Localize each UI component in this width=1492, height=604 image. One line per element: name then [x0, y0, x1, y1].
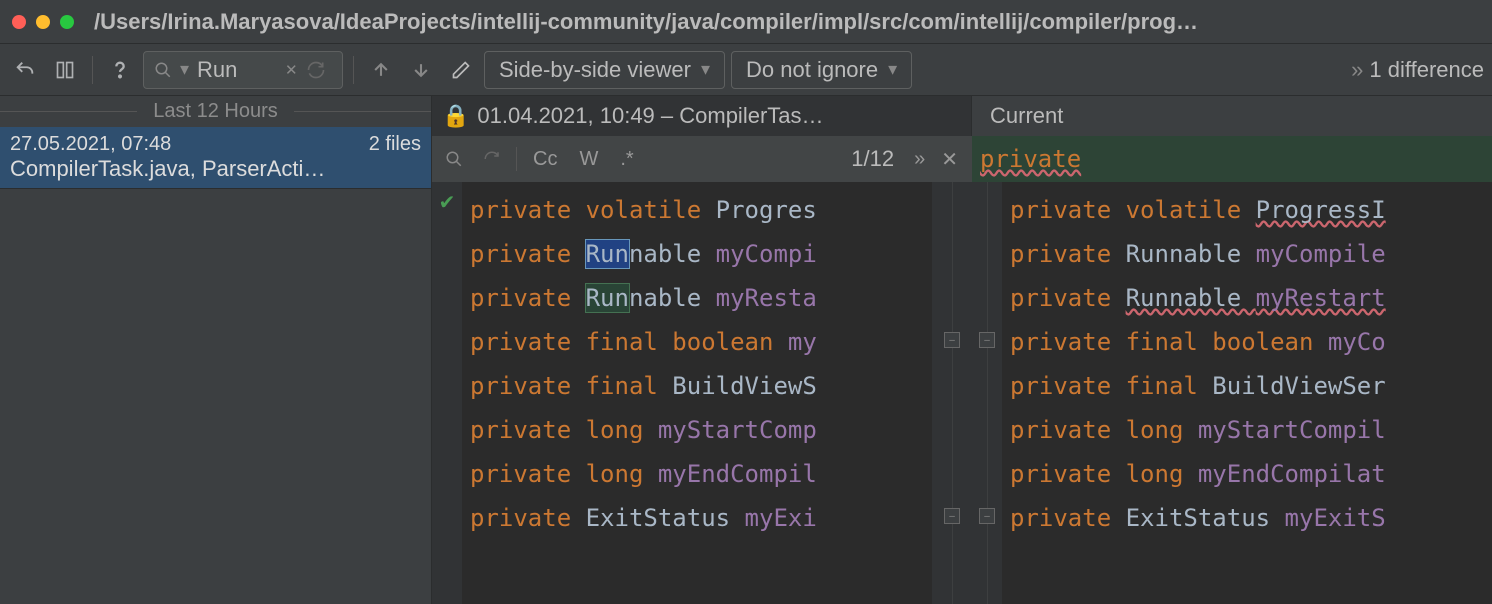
maximize-window-button[interactable] [60, 15, 74, 29]
code-line[interactable]: private final BuildViewS [470, 364, 932, 408]
code-line[interactable]: private long myStartComp [470, 408, 932, 452]
next-diff-icon[interactable] [404, 53, 438, 87]
edit-icon[interactable] [444, 53, 478, 87]
lock-icon: 🔒 [442, 103, 469, 129]
refresh-icon[interactable] [306, 60, 326, 80]
window-title-path: /Users/Irina.Maryasova/IdeaProjects/inte… [94, 9, 1480, 35]
match-case-toggle[interactable]: Cc [527, 146, 563, 173]
whitespace-dropdown[interactable]: Do not ignore ▾ [731, 51, 912, 89]
window-controls [12, 15, 74, 29]
diff-count-label: 1 difference [1369, 57, 1484, 83]
main-toolbar: ▾ ✕ Side-by-side viewer ▾ Do not ignore … [0, 44, 1492, 96]
regex-toggle[interactable]: .* [614, 146, 639, 173]
code-line[interactable]: private final boolean myCo [1010, 320, 1492, 364]
left-gutter: ✔ [432, 182, 462, 604]
titlebar: /Users/Irina.Maryasova/IdeaProjects/inte… [0, 0, 1492, 44]
right-gutter-left: – – [972, 182, 1002, 604]
minimize-window-button[interactable] [36, 15, 50, 29]
viewer-mode-dropdown[interactable]: Side-by-side viewer ▾ [484, 51, 725, 89]
chevron-down-icon: ▾ [701, 59, 710, 80]
history-sidebar: Last 12 Hours 27.05.2021, 07:48 2 files … [0, 96, 432, 604]
code-line[interactable]: private ExitStatus myExitS [1010, 496, 1492, 540]
search-field[interactable] [197, 57, 277, 83]
history-group-header: Last 12 Hours [0, 96, 431, 127]
find-close-icon[interactable]: ✕ [935, 147, 964, 172]
left-code-pane[interactable]: private volatile Progresprivate Runnable… [462, 182, 932, 604]
fold-marker[interactable]: – [944, 508, 960, 524]
diff-area: 🔒 01.04.2021, 10:49 – CompilerTas… Curre… [432, 96, 1492, 604]
mid-gutter: – – [932, 182, 972, 604]
more-actions-icon[interactable]: » [1351, 57, 1363, 83]
fold-marker[interactable]: – [979, 332, 995, 348]
diff-right-tab[interactable]: Current [972, 96, 1492, 136]
separator [353, 56, 354, 84]
undo-icon[interactable] [8, 53, 42, 87]
code-line[interactable]: private final boolean my [470, 320, 932, 364]
chevron-down-icon: ▾ [888, 59, 897, 80]
inspection-ok-icon: ✔ [432, 190, 462, 215]
code-line[interactable]: private Runnable myResta [470, 276, 932, 320]
diff-left-label: 01.04.2021, 10:49 – CompilerTas… [477, 103, 823, 129]
code-line[interactable]: private Runnable myCompile [1010, 232, 1492, 276]
diff-header: 🔒 01.04.2021, 10:49 – CompilerTas… Curre… [432, 96, 1492, 136]
history-group-label: Last 12 Hours [145, 100, 286, 123]
search-input[interactable]: ▾ ✕ [143, 51, 343, 89]
fold-marker[interactable]: – [944, 332, 960, 348]
chevron-down-icon[interactable]: ▾ [180, 59, 189, 80]
fold-marker[interactable]: – [979, 508, 995, 524]
prev-diff-icon[interactable] [364, 53, 398, 87]
clear-search-icon[interactable]: ✕ [285, 61, 298, 79]
history-file-count: 2 files [369, 133, 421, 156]
search-icon [154, 61, 172, 79]
history-files: CompilerTask.java, ParserActi… [10, 156, 421, 182]
find-refresh-icon[interactable] [478, 150, 506, 168]
right-header-line: private [972, 136, 1492, 182]
code-line[interactable]: private volatile ProgressI [1010, 188, 1492, 232]
code-line[interactable]: private long myEndCompilat [1010, 452, 1492, 496]
code-line[interactable]: private Runnable myRestart [1010, 276, 1492, 320]
diff-left-tab[interactable]: 🔒 01.04.2021, 10:49 – CompilerTas… [432, 96, 972, 136]
code-line[interactable]: private long myStartCompil [1010, 408, 1492, 452]
right-code-pane[interactable]: private volatile ProgressIprivate Runnab… [1002, 182, 1492, 604]
code-line[interactable]: private final BuildViewSer [1010, 364, 1492, 408]
history-item[interactable]: 27.05.2021, 07:48 2 files CompilerTask.j… [0, 127, 431, 189]
find-count: 1/12 [851, 146, 894, 172]
code-line[interactable]: private ExitStatus myExi [470, 496, 932, 540]
diff-settings-icon[interactable] [48, 53, 82, 87]
right-header-text: private [980, 145, 1081, 173]
close-window-button[interactable] [12, 15, 26, 29]
help-icon[interactable] [103, 53, 137, 87]
whitespace-label: Do not ignore [746, 57, 878, 83]
words-toggle[interactable]: W [573, 146, 604, 173]
separator [92, 56, 93, 84]
find-bar: Cc W .* 1/12 » ✕ [432, 136, 972, 182]
viewer-mode-label: Side-by-side viewer [499, 57, 691, 83]
find-search-icon[interactable] [440, 150, 468, 168]
find-more-icon[interactable]: » [914, 148, 925, 171]
history-timestamp: 27.05.2021, 07:48 [10, 133, 171, 156]
diff-right-label: Current [990, 103, 1063, 129]
code-line[interactable]: private Runnable myCompi [470, 232, 932, 276]
code-line[interactable]: private long myEndCompil [470, 452, 932, 496]
code-line[interactable]: private volatile Progres [470, 188, 932, 232]
